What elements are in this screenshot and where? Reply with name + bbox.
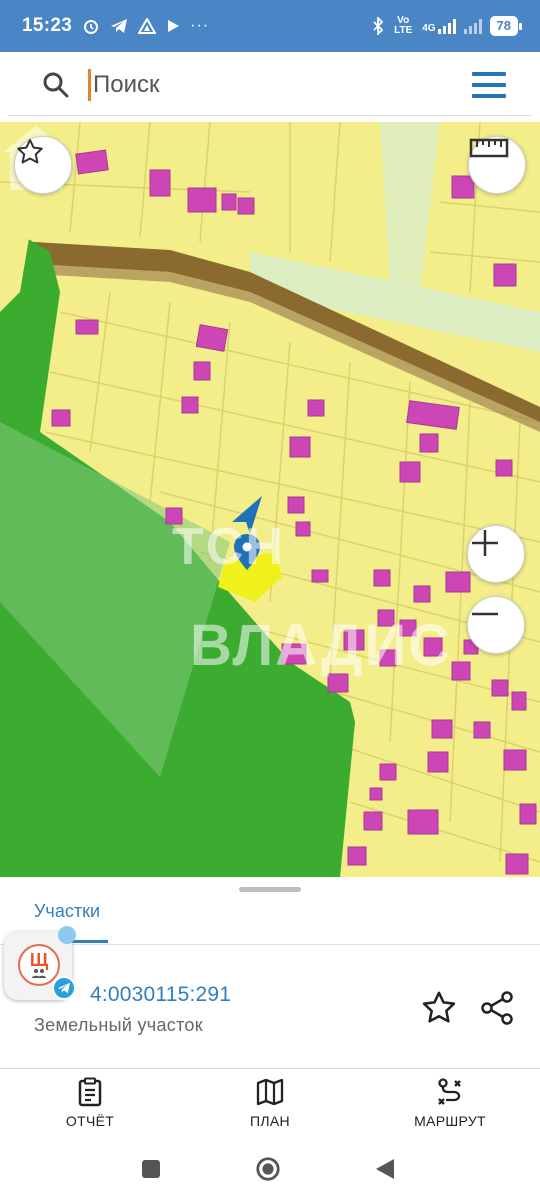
tab-divider [0, 944, 540, 945]
signal-strength-icon: 4G [422, 18, 456, 34]
group-icon [32, 969, 46, 978]
ruler-icon [469, 138, 509, 158]
search-input[interactable] [88, 68, 448, 101]
network-type-label: 4G [422, 23, 436, 34]
tab-plots[interactable]: Участки [34, 901, 100, 922]
plus-icon [472, 530, 498, 556]
telegram-status-icon [111, 19, 128, 33]
hamburger-menu-icon[interactable] [472, 71, 506, 98]
alarm-icon [84, 20, 99, 34]
back-button[interactable] [372, 1156, 398, 1182]
play-status-icon [168, 20, 180, 32]
volte-label: Vo LTE [394, 15, 413, 36]
route-icon [438, 1078, 461, 1105]
battery-indicator: 78 [489, 16, 523, 36]
watermark-tsn: TCH [172, 518, 285, 576]
status-bar: 15:23 ··· Vo LTE 4G 78 [0, 0, 540, 52]
map-view[interactable]: TCH ВЛАДИС [0, 122, 540, 877]
map-icon [256, 1078, 284, 1106]
nav-report[interactable]: ОТЧЁТ [25, 1069, 155, 1141]
avatar-letter: Щ [29, 950, 49, 970]
circle-icon [256, 1157, 280, 1181]
share-plot-button[interactable] [478, 989, 516, 1027]
floating-chat-bubble[interactable]: Щ [4, 926, 76, 1000]
signal-strength-2-icon [463, 18, 482, 34]
nav-plan[interactable]: ПЛАН [205, 1069, 335, 1141]
share-icon [481, 991, 513, 1025]
system-navigation-bar [0, 1140, 540, 1200]
ruler-button[interactable] [468, 136, 526, 194]
bluetooth-icon [373, 17, 384, 35]
nav-route-label: МАРШРУТ [414, 1113, 486, 1129]
zoom-out-button[interactable] [467, 596, 525, 654]
zoom-in-button[interactable] [467, 525, 525, 583]
watermark-vladis: ВЛАДИС [190, 613, 453, 678]
back-triangle-icon [376, 1159, 394, 1179]
plot-info-sheet: Участки 4:0030115:291 Земельный участок [0, 877, 540, 1067]
nav-report-label: ОТЧЁТ [65, 1113, 115, 1129]
nav-plan-label: ПЛАН [250, 1113, 290, 1129]
bubble-indicator-dot [58, 926, 76, 944]
favorite-plot-button[interactable] [420, 989, 458, 1027]
status-system-icons: Vo LTE 4G 78 [372, 15, 523, 36]
cadastral-map [0, 122, 540, 877]
more-notifications-icon: ··· [190, 17, 210, 34]
plot-type-label: Земельный участок [34, 1015, 203, 1035]
app-status-icon [138, 18, 157, 34]
minus-icon [472, 612, 498, 616]
star-icon [422, 991, 456, 1023]
nav-route[interactable]: МАРШРУТ [385, 1069, 515, 1141]
telegram-icon [52, 976, 76, 1000]
home-button[interactable] [255, 1156, 281, 1182]
bottom-navigation: ОТЧЁТ ПЛАН МАРШРУТ [0, 1068, 540, 1140]
square-icon [142, 1160, 160, 1178]
search-bar [8, 54, 532, 116]
clipboard-icon [78, 1077, 102, 1107]
star-icon [17, 139, 43, 164]
cadastral-number[interactable]: 4:0030115:291 [90, 983, 231, 1007]
app-root: 15:23 ··· Vo LTE 4G 78 Поиск TCH ВЛАДИС … [0, 0, 540, 1200]
search-icon[interactable] [36, 65, 76, 105]
sheet-drag-handle[interactable] [239, 887, 301, 892]
recent-apps-button[interactable] [138, 1156, 164, 1182]
favorite-map-button[interactable] [14, 136, 72, 194]
status-notification-icons: ··· [82, 17, 209, 35]
status-time: 15:23 [22, 15, 73, 36]
